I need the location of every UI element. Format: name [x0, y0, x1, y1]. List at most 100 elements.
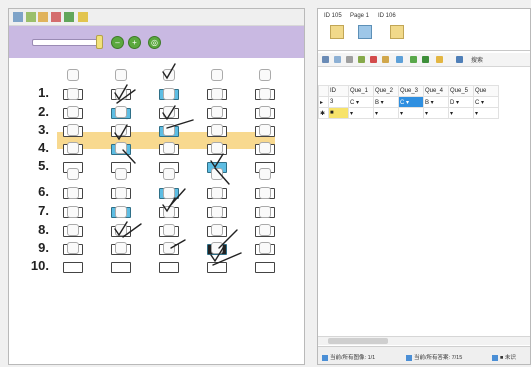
- scrollbar-thumb[interactable]: [328, 338, 388, 344]
- table-cell[interactable]: ▾: [398, 107, 424, 119]
- table-cell[interactable]: ■: [328, 107, 349, 119]
- settings-icon[interactable]: [78, 12, 88, 22]
- bubble-outline: [259, 242, 271, 254]
- search-icon[interactable]: [456, 56, 463, 63]
- zoom-in-icon[interactable]: [26, 12, 36, 22]
- page-thumbnails: ID 105 Page 1 ID 106: [318, 9, 530, 51]
- bubble-outline: [115, 124, 127, 136]
- answer-bubble[interactable]: [255, 262, 275, 273]
- table-cell[interactable]: ▾: [423, 107, 449, 119]
- question-number: 2.: [38, 104, 49, 119]
- zoom-in-button[interactable]: +: [128, 36, 141, 49]
- delete-icon[interactable]: [51, 12, 61, 22]
- bubble-outline: [211, 224, 223, 236]
- bubble-outline: [67, 224, 79, 236]
- bubble-outline: [211, 187, 223, 199]
- bubble-outline: [67, 242, 79, 254]
- bubble-outline: [67, 142, 79, 154]
- bubble-outline: [163, 106, 175, 118]
- table-cell[interactable]: ▾: [373, 107, 399, 119]
- question-number: 1.: [38, 85, 49, 100]
- save-icon[interactable]: [322, 56, 329, 63]
- bubble-outline: [163, 224, 175, 236]
- page-label[interactable]: ID 106: [378, 13, 396, 19]
- answer-bubble[interactable]: [207, 262, 227, 273]
- grid-header[interactable]: Que_2: [373, 85, 399, 97]
- table-cell-selected[interactable]: C ▾: [398, 96, 424, 108]
- table-cell[interactable]: B ▾: [423, 96, 449, 108]
- bubble-outline: [259, 168, 271, 180]
- settings-icon[interactable]: [396, 56, 403, 63]
- zoom-out-button[interactable]: –: [111, 36, 124, 49]
- bubble-outline: [211, 168, 223, 180]
- filter-icon[interactable]: [382, 56, 389, 63]
- table-row-new[interactable]: ✱ ■ ▾ ▾ ▾ ▾ ▾ ▾: [318, 107, 499, 119]
- table-cell[interactable]: C ▾: [348, 96, 374, 108]
- table-cell[interactable]: ▾: [348, 107, 374, 119]
- page-label[interactable]: ID 105: [324, 13, 342, 19]
- grid-header[interactable]: Que_1: [348, 85, 374, 97]
- row-indicator: ▸: [318, 96, 329, 108]
- bubble-outline: [115, 168, 127, 180]
- bubble-outline: [211, 206, 223, 218]
- bubble-outline: [211, 69, 223, 81]
- bubble-outline: [67, 69, 79, 81]
- answer-icon: [406, 354, 412, 361]
- forward-icon[interactable]: [410, 56, 417, 63]
- export-icon[interactable]: [358, 56, 365, 63]
- zoom-slider[interactable]: [32, 39, 99, 46]
- delete-icon[interactable]: [370, 56, 377, 63]
- bubble-outline: [163, 69, 175, 81]
- copy-icon[interactable]: [334, 56, 341, 63]
- bubble-outline: [163, 88, 175, 100]
- answer-bubble[interactable]: [111, 262, 131, 273]
- zoom-out-icon[interactable]: [38, 12, 48, 22]
- table-cell[interactable]: B ▾: [373, 96, 399, 108]
- grid-toolbar: 搜索: [318, 53, 530, 67]
- grid-header[interactable]: ID: [328, 85, 349, 97]
- bubble-outline: [115, 88, 127, 100]
- star-icon[interactable]: [436, 56, 443, 63]
- answer-sheet-image[interactable]: 1. 2. 3. 4. 5. 6. 7. 8. 9. 10.: [9, 58, 304, 364]
- table-cell[interactable]: D ▾: [448, 96, 474, 108]
- answer-bubble[interactable]: [159, 262, 179, 273]
- horizontal-scrollbar[interactable]: [318, 336, 530, 345]
- bubble-outline: [211, 88, 223, 100]
- status-bar: 当前/所有图像: 1/1 当前/所有答案: 7/15 ■ 未识: [318, 346, 530, 364]
- bubble-outline: [115, 142, 127, 154]
- grid-header[interactable]: Que_5: [448, 85, 474, 97]
- bubble-outline: [259, 224, 271, 236]
- bubble-outline: [163, 187, 175, 199]
- status-unrecognized-text: ■ 未识: [500, 355, 516, 361]
- table-cell[interactable]: ▾: [473, 107, 499, 119]
- page-thumbnail-icon[interactable]: [358, 25, 372, 39]
- bubble-outline: [259, 69, 271, 81]
- table-cell[interactable]: C ▾: [473, 96, 499, 108]
- view-icon[interactable]: [13, 12, 23, 22]
- question-number: 7.: [38, 203, 49, 218]
- table-cell[interactable]: ▾: [448, 107, 474, 119]
- status-answers-text: 当前/所有答案: 7/15: [414, 355, 463, 361]
- answers-grid[interactable]: ID Que_1 Que_2 Que_3 Que_4 Que_5 Que ▸ 3…: [318, 85, 530, 119]
- page-thumbnail-icon[interactable]: [330, 25, 344, 39]
- question-number: 4.: [38, 140, 49, 155]
- zoom-slider-thumb[interactable]: [96, 35, 103, 49]
- rotate-icon[interactable]: [64, 12, 74, 22]
- grid-header[interactable]: Que: [473, 85, 499, 97]
- page-thumbnail-icon[interactable]: [390, 25, 404, 39]
- answer-bubble[interactable]: [63, 262, 83, 273]
- results-pane: ID 105 Page 1 ID 106 搜索 ID Que_1 Que_2 Q…: [317, 8, 531, 365]
- list-icon[interactable]: [346, 56, 353, 63]
- status-images: 当前/所有图像: 1/1: [322, 353, 375, 361]
- grid-header[interactable]: Que_4: [423, 85, 449, 97]
- table-row[interactable]: ▸ 3 C ▾ B ▾ C ▾ B ▾ D ▾ C ▾: [318, 96, 499, 108]
- grid-header[interactable]: Que_3: [398, 85, 424, 97]
- search-label[interactable]: 搜索: [471, 55, 483, 64]
- bubble-outline: [67, 206, 79, 218]
- bubble-outline: [115, 206, 127, 218]
- fit-button[interactable]: ◎: [148, 36, 161, 49]
- question-number: 10.: [30, 258, 49, 273]
- table-cell[interactable]: 3: [328, 96, 349, 108]
- page-label[interactable]: Page 1: [350, 13, 369, 19]
- next-icon[interactable]: [422, 56, 429, 63]
